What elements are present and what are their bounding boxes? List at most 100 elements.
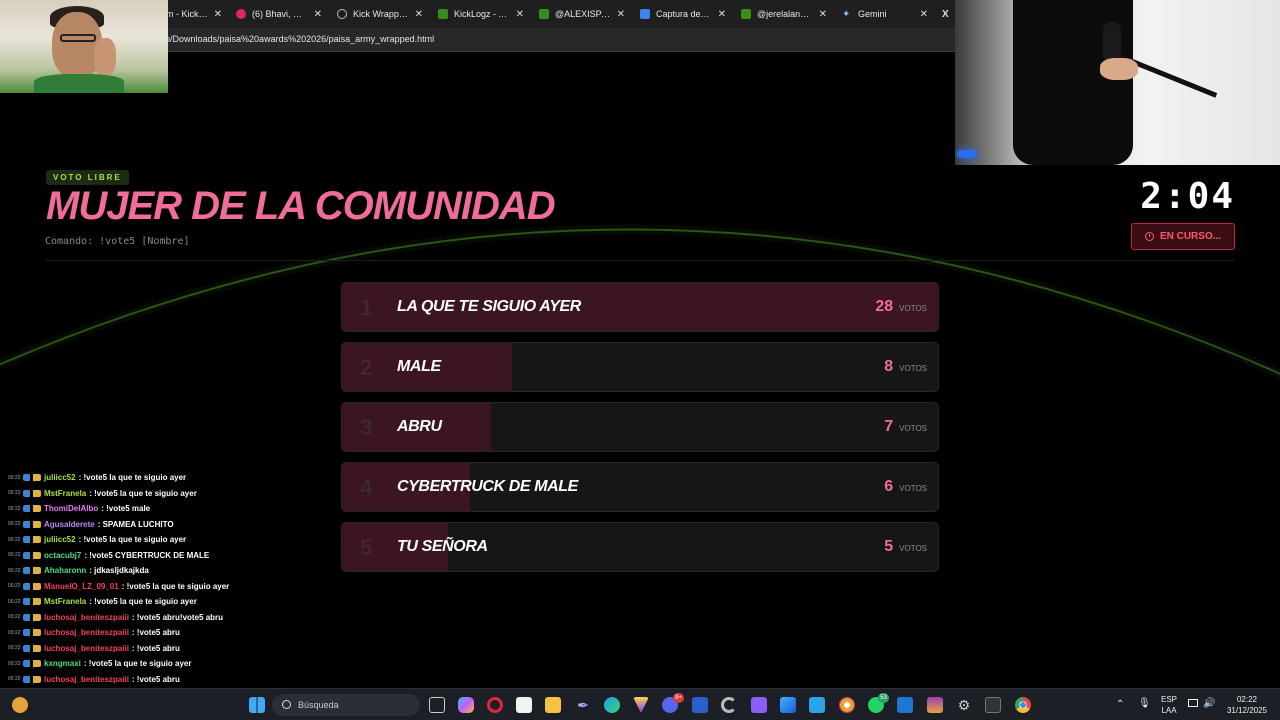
result-name: LA QUE TE SIGUIO AYER xyxy=(397,298,581,315)
result-row: 4 CYBERTRUCK DE MALE 6 VOTOS xyxy=(341,462,939,512)
close-icon[interactable]: ✕ xyxy=(415,9,423,20)
status-button[interactable]: EN CURSO... xyxy=(1131,223,1235,250)
microphone-icon[interactable]: 🎙 xyxy=(1138,698,1151,709)
language-indicator[interactable]: ESP LAA xyxy=(1158,694,1180,716)
chat-username: kxngmaxi xyxy=(44,659,81,669)
chat-username: ThomiDelAlbo xyxy=(44,504,99,514)
chat-username: Agusalderete xyxy=(44,519,95,529)
edge-icon[interactable] xyxy=(604,697,620,713)
chat-message: 00:22 ThomiDelAlbo: !vote5 male xyxy=(8,501,248,517)
chat-username: juliicc52 xyxy=(44,473,76,483)
search-box[interactable]: Búsqueda xyxy=(272,694,420,716)
volume-icon[interactable]: 🔊 xyxy=(1203,698,1215,709)
tab-youtube[interactable]: (6) Bhavi, Seven K✕ xyxy=(230,4,328,24)
clock[interactable]: 02:22 31/12/2025 xyxy=(1222,694,1272,716)
pen-icon[interactable]: ✒ xyxy=(575,697,591,713)
votes-label: VOTOS xyxy=(899,424,927,433)
store-icon[interactable] xyxy=(516,697,532,713)
chat-timestamp: 00:22 xyxy=(8,676,21,683)
chat-username: octacubj7 xyxy=(44,550,82,560)
chat-text: : !vote5 la que te siguio ayer xyxy=(78,473,187,483)
url-text[interactable]: o/Downloads/paisa%20awards%202026/paisa_… xyxy=(165,34,434,44)
chat-text: : !vote5 la que te siguio ayer xyxy=(121,581,230,591)
chat-message: 00:22 luchosaj_beniteszpaiii: !vote5 abru xyxy=(8,672,248,688)
chat-text: : !vote5 la que te siguio ayer xyxy=(83,659,192,669)
chat-timestamp: 00:22 xyxy=(8,614,21,621)
tab-kick-wrapped[interactable]: Kick Wrapped - P✕ xyxy=(331,4,429,24)
tab-gemini[interactable]: ✦ Gemini ✕ xyxy=(836,4,934,24)
ccleaner-icon[interactable] xyxy=(721,697,737,713)
chat-username: juliicc52 xyxy=(44,535,76,545)
header-divider xyxy=(45,260,1235,261)
chat-message: 00:22 juliicc52: !vote5 la que te siguio … xyxy=(8,470,248,486)
webcam-left xyxy=(0,0,168,93)
kick-icon xyxy=(539,9,549,19)
chat-username: MstFranela xyxy=(44,597,87,607)
badge-icon xyxy=(23,489,41,497)
chrome-canary-icon[interactable] xyxy=(839,697,855,713)
close-icon[interactable]: ✕ xyxy=(617,9,625,20)
badge-icon xyxy=(23,644,41,652)
webcam-right xyxy=(955,0,1280,165)
terminal-icon[interactable] xyxy=(985,697,1001,713)
vote-count: 8 xyxy=(884,358,894,375)
badge-icon xyxy=(23,675,41,683)
tab-jerelalanne[interactable]: @jerelalanne • 20✕ xyxy=(735,4,833,24)
result-rank: 5 xyxy=(360,535,373,560)
copilot-icon[interactable] xyxy=(458,697,474,713)
discord-badge: 9+ xyxy=(673,693,684,703)
chat-text: : !vote5 abru xyxy=(131,643,180,653)
start-icon[interactable] xyxy=(249,697,265,713)
close-icon[interactable]: ✕ xyxy=(214,9,222,20)
chat-timestamp: 00:22 xyxy=(8,490,21,497)
tab-kicklogz[interactable]: KickLogz - Anális✕ xyxy=(432,4,530,24)
results-list: 1 LA QUE TE SIGUIO AYER 28 VOTOS 2 MALE 8 VOTO… xyxy=(341,282,939,582)
chat-timestamp: 00:22 xyxy=(8,521,21,528)
chat-message: 00:22 ManuelO_LZ_09_01: !vote5 la que te … xyxy=(8,579,248,595)
taskbar: Búsqueda ✒ 9+ 53 ⚙ ⌃ 🎙 ESP LAA 🔊 02:22 3… xyxy=(0,688,1280,720)
chat-text: : !vote5 abru xyxy=(131,628,180,638)
outlook-icon[interactable] xyxy=(897,697,913,713)
close-icon[interactable]: ✕ xyxy=(819,9,827,20)
winrar-icon[interactable] xyxy=(927,697,943,713)
close-icon[interactable]: ✕ xyxy=(516,9,524,20)
chrome-icon[interactable] xyxy=(1015,697,1031,713)
chat-username: luchosaj_beniteszpaiii xyxy=(44,674,129,684)
app-icon[interactable] xyxy=(751,697,767,713)
chat-message: 00:22 Ahaharonn: jdkasljdkajkda xyxy=(8,563,248,579)
tab-captura[interactable]: Captura de panta✕ xyxy=(634,4,732,24)
settings-icon[interactable]: ⚙ xyxy=(956,697,972,713)
word-icon[interactable] xyxy=(692,697,708,713)
task-view-icon[interactable] xyxy=(429,697,445,713)
notepad-icon[interactable] xyxy=(809,697,825,713)
badge-icon xyxy=(23,520,41,528)
network-icon[interactable] xyxy=(1188,699,1198,707)
result-row: 2 MALE 8 VOTOS xyxy=(341,342,939,392)
vpn-icon[interactable] xyxy=(633,697,649,713)
chat-text: : !vote5 la que te siguio ayer xyxy=(78,535,187,545)
kick-icon xyxy=(438,9,448,19)
badge-icon xyxy=(23,505,41,513)
vote-count: 6 xyxy=(884,478,894,495)
microphone-icon xyxy=(1103,22,1121,62)
chat-message: 00:22 octacubj7: !vote5 CYBERTRUCK DE MAL… xyxy=(8,548,248,564)
image-icon xyxy=(640,9,650,19)
weather-icon[interactable] xyxy=(12,697,28,713)
chat-timestamp: 00:22 xyxy=(8,474,21,481)
result-row: 5 TU SEÑORA 5 VOTOS xyxy=(341,522,939,572)
tab-alexispaiii[interactable]: @ALEXISPAIII • 20✕ xyxy=(533,4,631,24)
photos-icon[interactable] xyxy=(780,697,796,713)
kick-icon xyxy=(741,9,751,19)
category-badge: VOTO LIBRE xyxy=(46,170,129,185)
tab-x[interactable]: X xyxy=(936,4,954,24)
chat-text: : SPAMEA LUCHITO xyxy=(97,519,174,529)
close-icon[interactable]: ✕ xyxy=(718,9,726,20)
close-icon[interactable]: ✕ xyxy=(314,9,322,20)
folder-icon[interactable] xyxy=(545,697,561,713)
close-icon[interactable]: ✕ xyxy=(920,9,928,20)
chat-timestamp: 00:22 xyxy=(8,598,21,605)
chevron-up-icon[interactable]: ⌃ xyxy=(1116,699,1124,710)
opera-icon[interactable] xyxy=(487,697,503,713)
tab-kick-dashboard[interactable]: m - Kick Dash✕ xyxy=(160,4,228,24)
result-rank: 1 xyxy=(360,295,373,320)
